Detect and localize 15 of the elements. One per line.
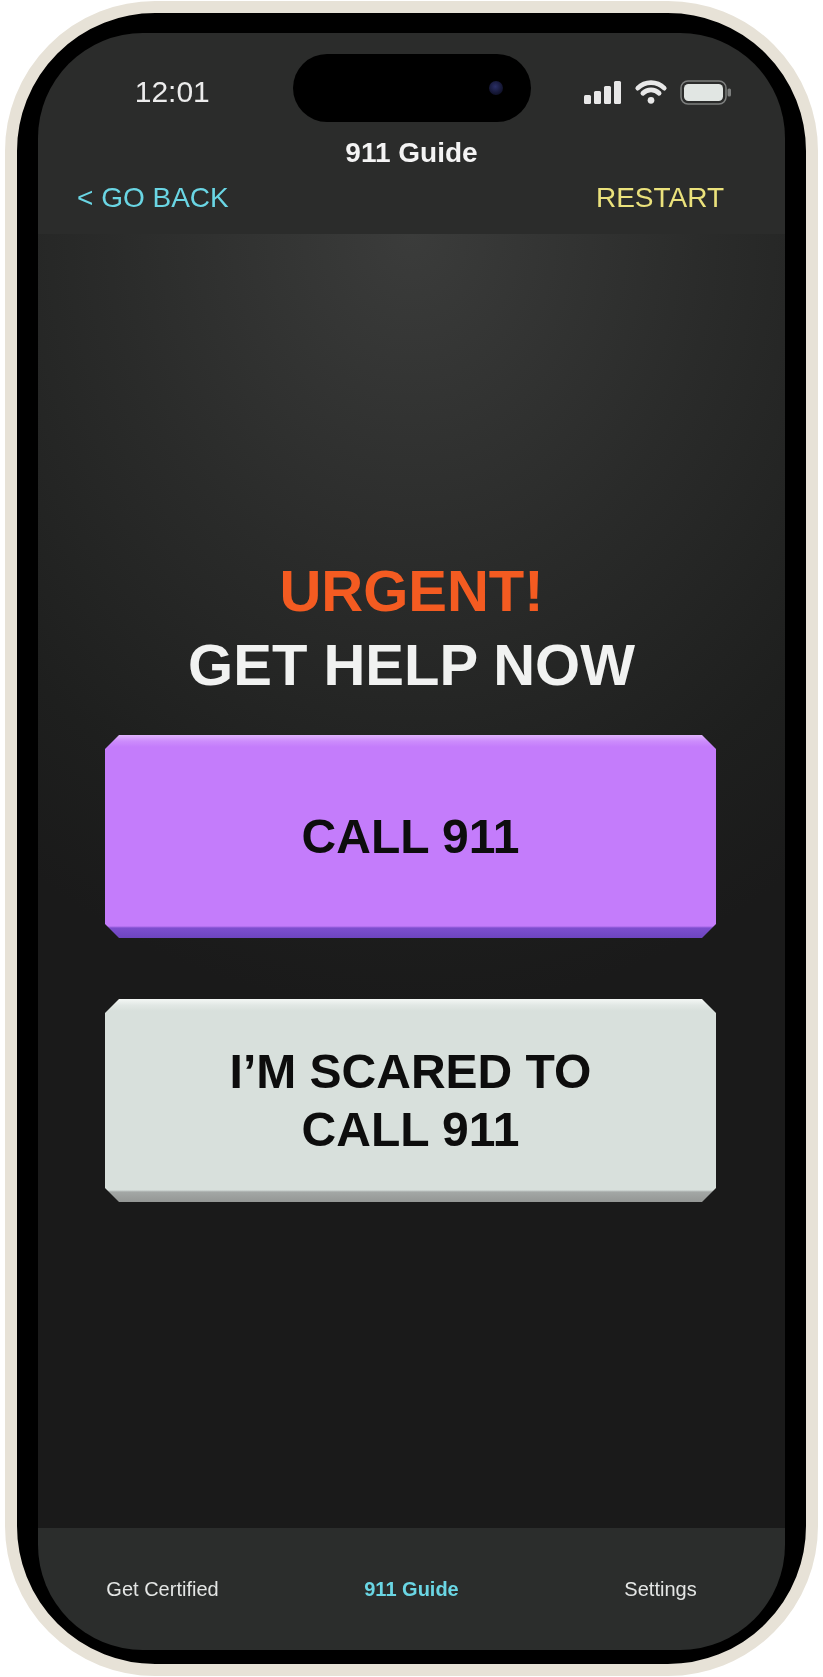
wifi-icon <box>633 80 668 104</box>
tab[interactable]: 911 Guide <box>364 1577 459 1601</box>
screen-title: 911 Guide <box>344 136 479 170</box>
signal-icon <box>583 80 622 104</box>
call-button[interactable]: CALL 911 <box>105 735 716 938</box>
battery-icon <box>679 79 732 105</box>
status-time: 12:01 <box>133 74 210 109</box>
restart-link[interactable]: RESTART <box>595 181 724 215</box>
back-link[interactable]: < GO BACK <box>77 181 229 215</box>
tab[interactable]: Settings <box>624 1577 697 1601</box>
help-heading: GET HELP NOW <box>187 633 636 697</box>
tab[interactable]: Get Certified <box>106 1577 219 1601</box>
scared-button[interactable]: I’M SCARED TO CALL 911 <box>105 999 716 1202</box>
camera-lens-icon <box>488 81 503 95</box>
urgent-heading: URGENT! <box>278 559 545 623</box>
